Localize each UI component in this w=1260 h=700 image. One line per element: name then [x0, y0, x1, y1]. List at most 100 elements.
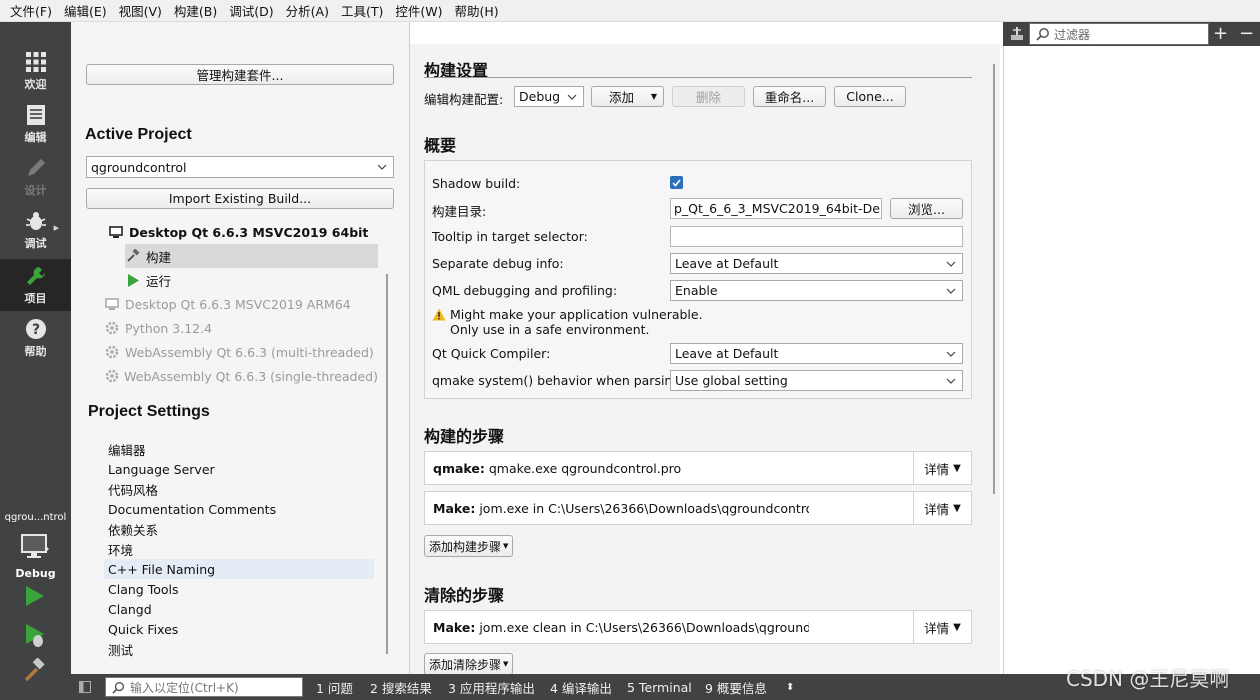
- sep-debug-combo[interactable]: Leave at Default: [670, 253, 963, 274]
- menu-analyze[interactable]: 分析(A): [280, 1, 335, 20]
- locator-input[interactable]: 输入以定位(Ctrl+K): [105, 677, 303, 697]
- run-button[interactable]: [22, 584, 46, 611]
- build-config-combo[interactable]: Debug: [514, 86, 584, 107]
- mode-welcome[interactable]: 欢迎: [0, 45, 71, 97]
- tab-compile-output[interactable]: 4 编译输出: [550, 674, 612, 700]
- kit-item-msvc2019-64bit[interactable]: Desktop Qt 6.6.3 MSVC2019 64bit: [108, 220, 382, 244]
- debug-run-icon: [26, 624, 44, 647]
- manage-kits-button[interactable]: 管理构建套件...: [86, 64, 394, 85]
- add-config-button[interactable]: 添加 ▼: [591, 86, 664, 107]
- rename-config-button[interactable]: 重命名...: [753, 86, 826, 107]
- help-icon: ?: [24, 317, 48, 341]
- filter-settings-icon[interactable]: [1009, 26, 1025, 45]
- step-details-button[interactable]: 详情 ▼: [913, 452, 971, 484]
- import-build-button[interactable]: Import Existing Build...: [86, 188, 394, 209]
- setting-testing[interactable]: 测试: [108, 639, 378, 659]
- plus-icon[interactable]: +: [1213, 23, 1228, 44]
- delete-config-button[interactable]: 删除: [672, 86, 745, 107]
- build-dir-input[interactable]: p_Qt_6_6_3_MSVC2019_64bit-Debug: [670, 198, 882, 219]
- shadow-build-checkbox[interactable]: [670, 176, 683, 189]
- setting-dependencies[interactable]: 依赖关系: [108, 519, 378, 539]
- setting-doc-comments[interactable]: Documentation Comments: [108, 499, 378, 519]
- mode-design[interactable]: 设计: [0, 151, 71, 203]
- chevron-down-icon: [946, 351, 956, 357]
- mode-debug[interactable]: 调试 ▶: [0, 204, 71, 256]
- add-build-step-button[interactable]: 添加构建步骤 ▼: [424, 535, 514, 557]
- caret-down-icon: ▼: [953, 462, 961, 474]
- setting-environment[interactable]: 环境: [108, 539, 378, 559]
- filter-input[interactable]: 过滤器: [1029, 23, 1209, 45]
- qtquick-combo[interactable]: Leave at Default: [670, 343, 963, 364]
- menu-debug[interactable]: 调试(D): [223, 1, 279, 20]
- build-dir-label: 构建目录:: [432, 204, 487, 219]
- hammer-icon: [24, 657, 45, 682]
- details-label: 详情: [924, 620, 950, 636]
- tab-application-output[interactable]: 3 应用程序输出: [448, 674, 535, 700]
- setting-cpp-file-naming[interactable]: C++ File Naming: [104, 559, 374, 579]
- start-debugging-button[interactable]: [22, 622, 46, 651]
- caret-down-icon: ▼: [953, 621, 961, 633]
- wrench-icon: [24, 264, 48, 288]
- step-details-button[interactable]: 详情 ▼: [913, 611, 971, 643]
- menu-tools[interactable]: 工具(T): [335, 1, 389, 20]
- setting-clang-tools[interactable]: Clang Tools: [108, 579, 378, 599]
- clone-config-button[interactable]: Clone...: [834, 86, 906, 107]
- mode-edit-label: 编辑: [24, 131, 47, 144]
- gear-icon: [104, 344, 120, 360]
- shadow-build-label: Shadow build:: [432, 176, 521, 191]
- menu-controls[interactable]: 控件(W): [389, 1, 448, 20]
- setting-language-server[interactable]: Language Server: [108, 459, 378, 479]
- setting-editor[interactable]: 编辑器: [108, 439, 378, 459]
- setting-code-style[interactable]: 代码风格: [108, 479, 378, 499]
- setting-clangd[interactable]: Clangd: [108, 599, 378, 619]
- kit-selector-project[interactable]: qgrou...ntrol: [0, 512, 71, 523]
- warning-icon: [432, 308, 446, 324]
- project-panel: 管理构建套件... Active Project qgroundcontrol …: [71, 22, 410, 674]
- menu-help[interactable]: 帮助(H): [448, 1, 504, 20]
- tooltip-input[interactable]: [670, 226, 963, 247]
- setting-quick-fixes[interactable]: Quick Fixes: [108, 619, 378, 639]
- kit-run-item[interactable]: 运行: [125, 268, 378, 292]
- kit-label: WebAssembly Qt 6.6.3 (multi-threaded): [125, 344, 374, 360]
- menu-file[interactable]: 文件(F): [4, 1, 58, 20]
- kit-item-wasm-multi[interactable]: WebAssembly Qt 6.6.3 (multi-threaded): [104, 340, 378, 364]
- menu-view[interactable]: 视图(V): [113, 1, 168, 20]
- kit-selector-build-mode[interactable]: Debug: [0, 567, 71, 580]
- left-scrollbar[interactable]: [383, 274, 391, 676]
- up-down-arrows-icon[interactable]: ⬍: [786, 674, 794, 700]
- chevron-down-icon: [946, 288, 956, 294]
- tab-terminal[interactable]: 5 Terminal: [627, 674, 692, 700]
- menu-edit[interactable]: 编辑(E): [58, 1, 113, 20]
- document-icon: [24, 103, 48, 127]
- chevron-down-icon: [946, 261, 956, 267]
- chevron-down-icon: [567, 94, 577, 100]
- add-clean-step-button[interactable]: 添加清除步骤 ▼: [424, 653, 514, 675]
- qmake-system-combo[interactable]: Use global setting: [670, 370, 963, 391]
- build-settings-pane: 构建设置 编辑构建配置: Debug 添加 ▼ 删除 重命名... Clone.…: [410, 44, 1000, 675]
- minus-icon[interactable]: −: [1239, 23, 1254, 44]
- kit-build-item[interactable]: 构建: [125, 244, 378, 268]
- menu-build[interactable]: 构建(B): [168, 1, 223, 20]
- step-details-button[interactable]: 详情 ▼: [913, 492, 971, 524]
- tab-general-messages[interactable]: 9 概要信息: [705, 674, 767, 700]
- mode-projects[interactable]: 项目: [0, 259, 71, 311]
- active-project-combo[interactable]: qgroundcontrol: [86, 156, 394, 178]
- kit-label: Desktop Qt 6.6.3 MSVC2019 64bit: [129, 224, 369, 240]
- tab-search-results[interactable]: 2 搜索结果: [370, 674, 432, 700]
- settings-scrollbar[interactable]: [990, 64, 998, 494]
- details-label: 详情: [924, 501, 950, 517]
- mode-projects-label: 项目: [24, 292, 47, 305]
- mode-help[interactable]: ? 帮助: [0, 312, 71, 364]
- tab-issues[interactable]: 1 问题: [316, 674, 353, 700]
- search-icon: [112, 681, 125, 697]
- kit-item-python[interactable]: Python 3.12.4: [104, 316, 378, 340]
- build-button[interactable]: [22, 657, 48, 687]
- monitor-icon[interactable]: [21, 534, 49, 563]
- qmake-system-label: qmake system() behavior when parsing:: [432, 373, 685, 388]
- browse-button[interactable]: 浏览...: [890, 198, 963, 219]
- kit-item-msvc2019-arm64[interactable]: Desktop Qt 6.6.3 MSVC2019 ARM64: [104, 292, 378, 316]
- sidebar-toggle-icon[interactable]: [79, 681, 91, 696]
- mode-edit[interactable]: 编辑: [0, 98, 71, 150]
- qml-debug-combo[interactable]: Enable: [670, 280, 963, 301]
- kit-item-wasm-single[interactable]: WebAssembly Qt 6.6.3 (single-threaded): [104, 364, 378, 388]
